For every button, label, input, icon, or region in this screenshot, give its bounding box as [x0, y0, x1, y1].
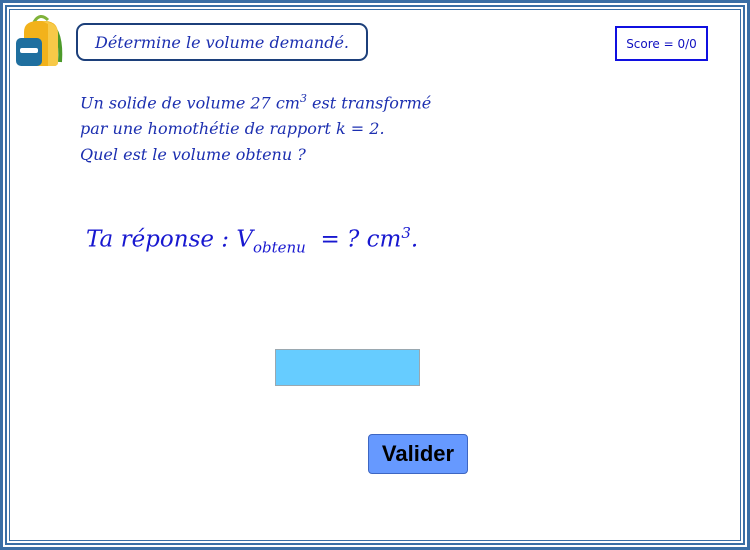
problem-line-1-exponent: 3 — [299, 92, 307, 105]
instruction-box: Détermine le volume demandé. — [76, 23, 368, 61]
answer-subscript: obtenu — [252, 238, 306, 257]
answer-prompt: Ta réponse : Vobtenu = ? cm3. — [86, 224, 418, 256]
problem-line-3: Quel est le volume obtenu ? — [80, 145, 306, 165]
answer-input[interactable] — [275, 349, 420, 386]
answer-prefix: Ta réponse : V — [86, 226, 253, 253]
answer-exponent: 3 — [401, 224, 411, 242]
instruction-text: Détermine le volume demandé. — [94, 32, 349, 52]
answer-suffix: . — [410, 226, 419, 253]
score-box: Score = 0/0 — [615, 26, 708, 61]
problem-line-1-text: Un solide de volume 27 cm — [80, 93, 300, 113]
problem-line-1-end: est transformé — [306, 93, 432, 113]
problem-statement: Un solide de volume 27 cm3 est transform… — [80, 86, 520, 168]
answer-middle: = ? cm — [305, 226, 402, 253]
backpack-icon — [14, 12, 68, 70]
problem-line-2: par une homothétie de rapport k = 2. — [80, 119, 385, 139]
validate-button[interactable]: Valider — [368, 434, 468, 474]
problem-line-1: Un solide de volume 27 cm3 est transform… — [80, 86, 520, 116]
score-text: Score = 0/0 — [626, 36, 697, 51]
